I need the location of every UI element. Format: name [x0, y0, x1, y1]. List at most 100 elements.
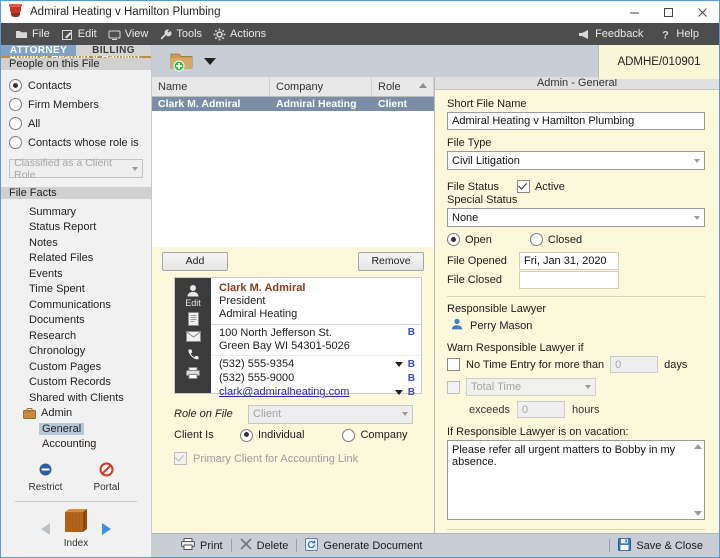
radio-firm-members-label: Firm Members [28, 98, 99, 111]
column-header-name[interactable]: Name [152, 77, 270, 97]
sidebar-item-notes[interactable]: Notes [1, 235, 151, 251]
minimize-icon[interactable] [617, 1, 651, 23]
vacation-textarea[interactable]: Please refer all urgent matters to Bobby… [447, 440, 705, 521]
sidebar-item-shared-with-clients[interactable]: Shared with Clients [1, 390, 151, 406]
add-button[interactable]: Add [162, 251, 228, 271]
special-status-select[interactable]: None [447, 208, 705, 228]
radio-contacts-whose-role[interactable]: Contacts whose role is [9, 133, 151, 152]
radio-icon [240, 428, 253, 442]
document-icon[interactable] [184, 311, 202, 326]
sidebar-item-communications[interactable]: Communications [1, 297, 151, 313]
primary-client-row[interactable]: Primary Client for Accounting Link [174, 452, 434, 466]
sidebar-item-admin[interactable]: Admin [1, 406, 151, 422]
monitor-icon [108, 28, 121, 41]
menu-feedback-label: Feedback [595, 28, 644, 40]
maximize-icon[interactable] [651, 1, 685, 23]
sidebar-item-summary[interactable]: Summary [1, 204, 151, 220]
menu-actions[interactable]: Actions [211, 23, 275, 45]
sidebar-item-research[interactable]: Research [1, 328, 151, 344]
tab-billing[interactable]: BILLING [76, 45, 151, 56]
column-header-role[interactable]: Role [372, 77, 434, 97]
radio-firm-members[interactable]: Firm Members [9, 95, 151, 114]
phone-icon[interactable] [184, 347, 202, 362]
restrict-button[interactable]: Restrict [20, 462, 72, 493]
pane-header: Admin - General [435, 77, 719, 91]
save-close-button[interactable]: Save & Close [610, 537, 711, 554]
file-closed-input[interactable] [519, 270, 619, 289]
client-is-company[interactable]: Company [342, 428, 408, 442]
tab-attorney[interactable]: ATTORNEY [1, 45, 76, 56]
sidebar-item-accounting[interactable]: Accounting [1, 437, 151, 453]
table-row[interactable]: Clark M. Admiral Admiral Heating Client [152, 97, 434, 112]
menu-edit[interactable]: Edit [59, 23, 106, 45]
textarea-scrollbar[interactable] [692, 442, 703, 519]
radio-contacts[interactable]: Contacts [9, 76, 151, 95]
responsible-lawyer-row[interactable]: Perry Mason [451, 318, 705, 333]
sidebar-item-general[interactable]: General [1, 421, 151, 437]
total-time-dropdown[interactable]: Total Time [466, 378, 596, 397]
contact-phone-1[interactable]: (532) 555-9354 B [219, 357, 415, 371]
scroll-down-icon[interactable] [693, 511, 702, 517]
sidebar-item-time-spent[interactable]: Time Spent [1, 282, 151, 298]
chevron-down-icon[interactable] [394, 361, 403, 367]
radio-open[interactable]: Open [447, 233, 492, 247]
client-is-individual[interactable]: Individual [240, 428, 304, 442]
short-file-name-input[interactable]: Admiral Heating v Hamilton Plumbing [447, 112, 705, 131]
radio-closed[interactable]: Closed [529, 233, 582, 247]
active-checkbox[interactable]: Active [516, 180, 565, 194]
fact-label: Documents [29, 314, 85, 327]
caret-down-icon[interactable] [204, 57, 216, 65]
sidebar-item-custom-pages[interactable]: Custom Pages [1, 359, 151, 375]
hours-input[interactable]: 0 [516, 401, 565, 419]
sidebar-item-related-files[interactable]: Related Files [1, 251, 151, 267]
contact-phone-2[interactable]: (532) 555-9000 B [219, 371, 415, 385]
cell-name: Clark M. Admiral [158, 98, 241, 111]
menu-tools-label: Tools [176, 28, 203, 40]
portal-label: Portal [93, 482, 120, 493]
scroll-up-icon[interactable] [693, 444, 702, 450]
print-button[interactable]: Print [173, 538, 231, 553]
remove-button[interactable]: Remove [358, 251, 424, 271]
menu-help[interactable]: ? Help [657, 23, 709, 45]
menu-tools[interactable]: Tools [157, 23, 211, 45]
sidebar-item-status-report[interactable]: Status Report [1, 220, 151, 236]
radio-all[interactable]: All [9, 114, 151, 133]
sidebar-item-documents[interactable]: Documents [1, 313, 151, 329]
role-filter-dropdown[interactable]: Classified as a Client Role [9, 157, 143, 181]
sidebar-item-custom-records[interactable]: Custom Records [1, 375, 151, 391]
arrow-left-icon[interactable] [41, 522, 50, 535]
delete-button[interactable]: Delete [232, 538, 297, 553]
contact-card-rail: Edit [175, 278, 211, 394]
close-icon[interactable] [685, 1, 719, 23]
checkbox-icon[interactable] [447, 358, 460, 372]
portal-button[interactable]: Portal [81, 462, 133, 493]
edit-contact-button[interactable]: Edit [184, 283, 202, 308]
sidebar-item-chronology[interactable]: Chronology [1, 344, 151, 360]
radio-contacts-role-label: Contacts whose role is [28, 136, 139, 149]
question-icon: ? [659, 28, 672, 41]
menu-feedback[interactable]: Feedback [576, 23, 653, 45]
short-file-name-label: Short File Name [447, 98, 527, 111]
save-label: Save & Close [636, 539, 703, 552]
column-header-company[interactable]: Company [270, 77, 372, 97]
file-opened-input[interactable]: Fri, Jan 31, 2020 [519, 251, 619, 270]
index-button[interactable]: Index [62, 508, 90, 549]
folder-add-icon[interactable] [170, 50, 196, 72]
arrow-right-icon[interactable] [102, 522, 111, 535]
sidebar-item-events[interactable]: Events [1, 266, 151, 282]
primary-client-label: Primary Client for Accounting Link [193, 452, 359, 465]
checkbox-icon[interactable] [447, 380, 460, 394]
menu-view[interactable]: View [106, 23, 158, 45]
role-on-file-dropdown[interactable]: Client [248, 404, 413, 424]
fact-label: Notes [29, 236, 58, 249]
pencil-square-icon [61, 28, 74, 41]
generate-document-button[interactable]: Generate Document [297, 537, 430, 554]
days-label: days [664, 358, 688, 371]
menu-file[interactable]: File [13, 23, 59, 45]
envelope-icon[interactable] [184, 329, 202, 344]
contact-address[interactable]: 100 North Jefferson St. Green Bay WI 543… [211, 325, 421, 357]
days-input[interactable]: 0 [610, 356, 659, 374]
printer-icon[interactable] [184, 365, 202, 380]
edit-label: Edit [185, 298, 201, 309]
file-type-select[interactable]: Civil Litigation [447, 151, 705, 171]
